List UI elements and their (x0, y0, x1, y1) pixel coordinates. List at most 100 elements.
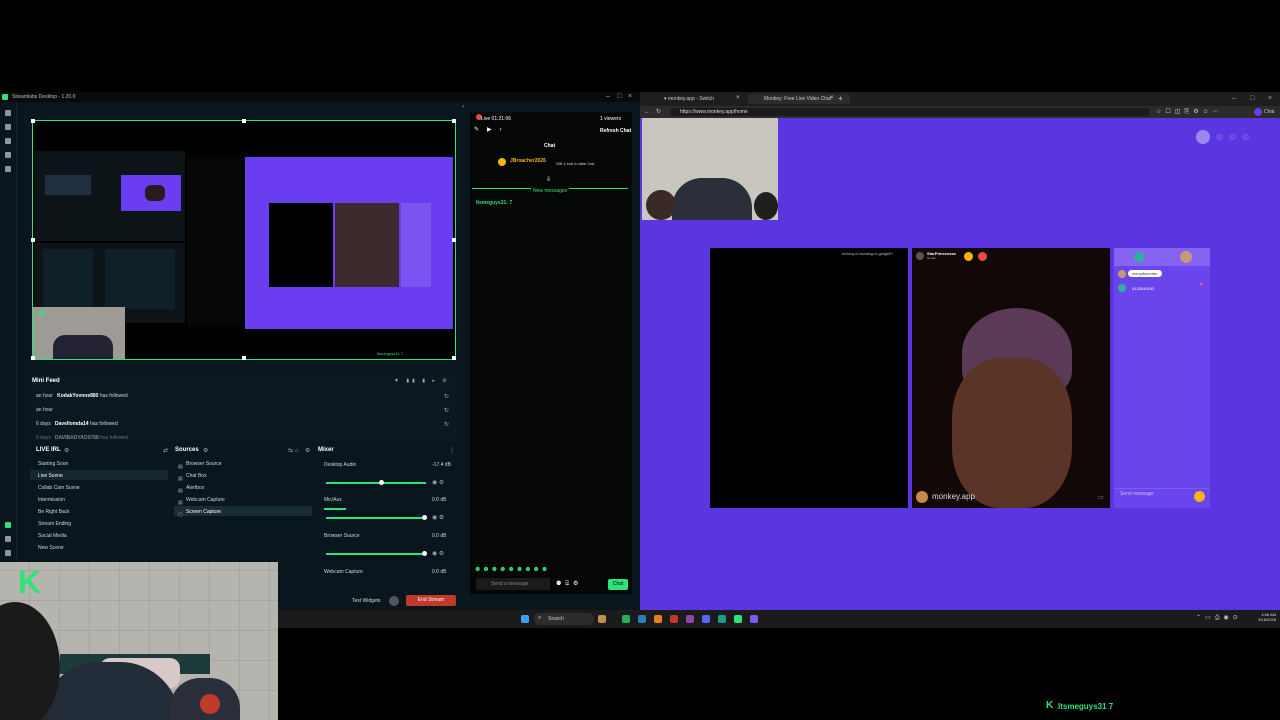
close-icon[interactable]: × (1268, 95, 1272, 103)
scene-item[interactable]: New Scene (38, 545, 64, 551)
maximize-icon[interactable]: □ (1250, 95, 1254, 103)
resize-handle[interactable] (452, 119, 456, 123)
volume-slider[interactable] (326, 480, 426, 485)
maximize-icon[interactable]: □ (617, 93, 621, 101)
mixer-channel-value: 0.0 dB (432, 569, 447, 575)
mixer-channel-icons[interactable]: ◉ ⚙ (432, 479, 444, 486)
close-tab-icon[interactable]: × (830, 95, 834, 101)
resize-handle[interactable] (31, 356, 35, 360)
mixer-advanced-icon[interactable]: ⚙ (305, 447, 310, 454)
chat-send-button[interactable]: Chat (608, 579, 628, 590)
resize-handle[interactable] (452, 356, 456, 360)
close-tab-icon[interactable]: × (736, 95, 740, 101)
slider-knob[interactable] (379, 480, 384, 485)
editor-icon[interactable] (5, 124, 11, 130)
source-item[interactable]: Screen Capture (186, 509, 221, 515)
tab-monkey[interactable]: Monkey: Free Live Video Chat (748, 94, 850, 104)
app-icon[interactable] (750, 615, 758, 623)
replay-icon[interactable]: ↻ (444, 421, 449, 428)
profile-avatar[interactable] (1254, 108, 1262, 116)
sources-gear-icon[interactable]: ⚙ (203, 447, 208, 454)
themes-icon[interactable] (5, 138, 11, 144)
resize-handle[interactable] (31, 119, 35, 123)
source-item[interactable]: Browser Source (186, 461, 222, 467)
scene-item[interactable]: Starting Soon (38, 461, 68, 467)
dashboard-icon[interactable] (5, 110, 11, 116)
mixer-channel-icons[interactable]: ◉ ⚙ (432, 514, 444, 521)
system-tray-icons[interactable]: ⌃▭⎙◉⊙ (1196, 614, 1242, 622)
source-item[interactable]: Webcam Capture (186, 497, 225, 503)
nav-icons[interactable]: ←↻ (644, 108, 667, 115)
chat-settings-icons[interactable]: ⚉⌸⚙ (556, 580, 582, 588)
new-tab-icon[interactable]: + (838, 94, 843, 103)
scene-item[interactable]: Social Media (38, 533, 67, 539)
streamlabs-footer (278, 592, 640, 610)
streamlabs-taskbar-icon[interactable] (734, 615, 742, 623)
header-icons[interactable]: ◎◎◎ (1216, 132, 1255, 141)
scene-item[interactable]: Stream Ending (38, 521, 71, 527)
end-stream-button[interactable]: End Stream (406, 595, 456, 606)
collapse-chat-icon[interactable]: › (462, 104, 464, 110)
app-icon[interactable] (622, 615, 630, 623)
source-item[interactable]: Alertbox (186, 485, 204, 491)
clock[interactable]: 4:56 AM 9/16/2026 (1246, 612, 1276, 622)
slider-knob[interactable] (422, 551, 427, 556)
test-widgets-button[interactable]: Test Widgets (352, 598, 381, 604)
avatar[interactable] (389, 596, 399, 606)
minimize-icon[interactable]: – (606, 93, 610, 101)
scene-item[interactable]: Be Right Back (38, 509, 70, 515)
report-icon[interactable] (978, 252, 987, 261)
app-icon[interactable] (670, 615, 678, 623)
stream-preview[interactable]: K Itsmeguys31 7 (31, 119, 456, 360)
discord-icon[interactable] (702, 615, 710, 623)
replay-icon[interactable]: ↻ (444, 393, 449, 400)
ultra-icon[interactable] (5, 522, 11, 528)
taskbar-search[interactable]: ⌕ Search (534, 613, 594, 625)
send-message-input[interactable]: Send message (1120, 491, 1153, 497)
resize-handle[interactable] (31, 238, 35, 242)
scene-collection-gear-icon[interactable]: ⚙ (64, 447, 69, 454)
volume-slider[interactable] (326, 515, 427, 520)
scene-item[interactable]: Collab Cam Scene (38, 485, 80, 491)
heart-icon[interactable]: ♥ (1200, 282, 1203, 288)
scene-item[interactable]: Intermission (38, 497, 65, 503)
minimize-icon[interactable]: – (1232, 95, 1236, 103)
windows-start-icon[interactable] (521, 615, 529, 623)
settings-icon[interactable] (5, 550, 11, 556)
close-icon[interactable]: × (628, 93, 632, 101)
highlighter-icon[interactable] (5, 166, 11, 172)
refresh-chat-button[interactable]: Refresh Chat (600, 128, 631, 134)
app-icon[interactable] (686, 615, 694, 623)
volume-slider[interactable] (326, 551, 427, 556)
user-menu-icon[interactable] (1196, 130, 1210, 144)
feed-filter-icons[interactable]: ▼ ▮▮ ▮ ▸ ⚙ (394, 378, 450, 384)
extension-icons[interactable]: ☆☐◫⎘⚙☺⋯ (1156, 108, 1223, 116)
app-store-icon[interactable] (5, 152, 11, 158)
avatar[interactable] (1180, 251, 1192, 263)
resize-handle[interactable] (242, 119, 246, 123)
scene-filter-icon[interactable]: ⇄ (163, 447, 168, 454)
mixer-channel-icons[interactable]: ◉ ⚙ (432, 550, 444, 557)
scroll-down-icon[interactable]: ⇩ (546, 176, 551, 183)
address-bar[interactable]: https://www.monkey.app/home (670, 108, 1150, 116)
slider-knob[interactable] (422, 515, 427, 520)
replay-icon[interactable]: ↻ (444, 407, 449, 414)
scene-item[interactable]: Live Scene (38, 473, 63, 479)
emote-icons[interactable]: ☻☻☻☻☻☻☻☻☻ (474, 566, 549, 573)
gift-badge-icon[interactable] (964, 252, 973, 261)
studio-mode-icon[interactable] (5, 536, 11, 542)
resize-handle[interactable] (242, 356, 246, 360)
widget-icon[interactable] (598, 615, 606, 623)
chat-input[interactable]: Send a message (476, 578, 550, 590)
fullscreen-icon[interactable]: ▭ (1098, 494, 1104, 501)
app-icon[interactable] (638, 615, 646, 623)
chat-tab-icon[interactable] (1134, 252, 1144, 262)
browser-taskbar-icon[interactable] (718, 615, 726, 623)
mixer-settings-icon[interactable]: ⋮ (449, 447, 455, 454)
source-tools-icons[interactable]: ⇆ ⌂ (288, 447, 298, 454)
gift-icon[interactable] (1194, 491, 1205, 502)
app-icon[interactable] (654, 615, 662, 623)
chat-tool-icons[interactable]: ✎▶‹ (474, 126, 510, 133)
resize-handle[interactable] (452, 238, 456, 242)
source-item[interactable]: Chat Box (186, 473, 207, 479)
